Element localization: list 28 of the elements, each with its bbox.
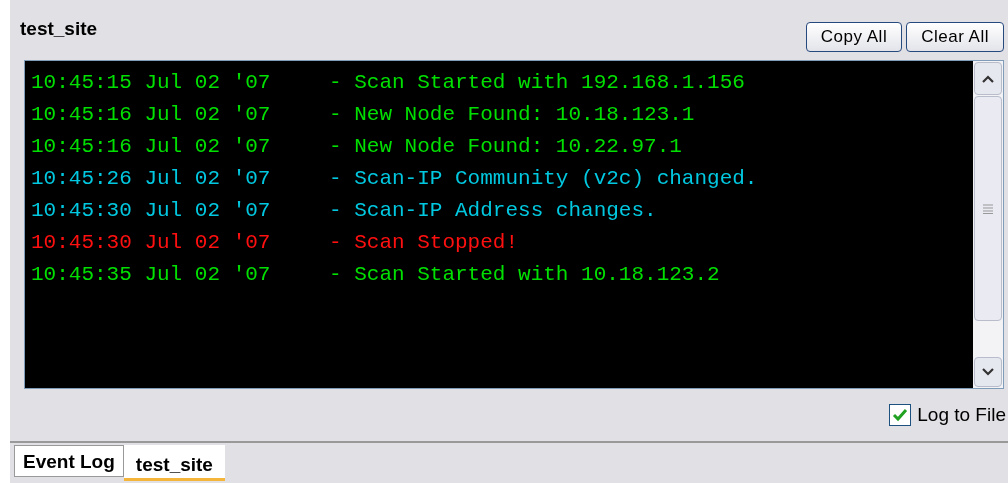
tab[interactable]: test_site (123, 445, 225, 481)
log-message: - Scan Started with 192.168.1.156 (329, 70, 745, 97)
log-timestamp: 10:45:30 Jul 02 '07 (31, 198, 272, 225)
caret-up-icon (982, 74, 994, 83)
log-to-file-checkbox[interactable]: Log to File (889, 400, 1006, 430)
log-message: - Scan-IP Address changes. (329, 198, 657, 225)
caret-down-icon (982, 368, 994, 376)
log-message: - New Node Found: 10.18.123.1 (329, 102, 695, 129)
log-timestamp: 10:45:15 Jul 02 '07 (31, 70, 272, 97)
toolbar-button[interactable]: Copy All (805, 22, 903, 52)
log-message: - New Node Found: 10.22.97.1 (329, 134, 682, 161)
log-timestamp: 10:45:26 Jul 02 '07 (31, 166, 272, 193)
toolbar-button[interactable]: Clear All (906, 22, 1004, 52)
log-timestamp: 10:45:16 Jul 02 '07 (31, 102, 272, 129)
scroll-up-button[interactable] (974, 62, 1002, 95)
panel-title: test_site (20, 17, 98, 41)
log-message: - Scan-IP Community (v2c) changed. (329, 166, 758, 193)
log-message: - Scan Stopped! (329, 230, 519, 257)
grip-icon (983, 203, 993, 214)
checkmark-icon (892, 408, 909, 422)
tab[interactable]: Event Log (14, 445, 124, 477)
log-timestamp: 10:45:16 Jul 02 '07 (31, 134, 272, 161)
log-timestamp: 10:45:35 Jul 02 '07 (31, 262, 272, 289)
log-timestamp: 10:45:30 Jul 02 '07 (31, 230, 272, 257)
scrollbar[interactable] (973, 61, 1003, 388)
log-message: - Scan Started with 10.18.123.2 (329, 262, 720, 289)
scroll-down-button[interactable] (974, 357, 1002, 387)
scroll-thumb[interactable] (974, 96, 1002, 321)
